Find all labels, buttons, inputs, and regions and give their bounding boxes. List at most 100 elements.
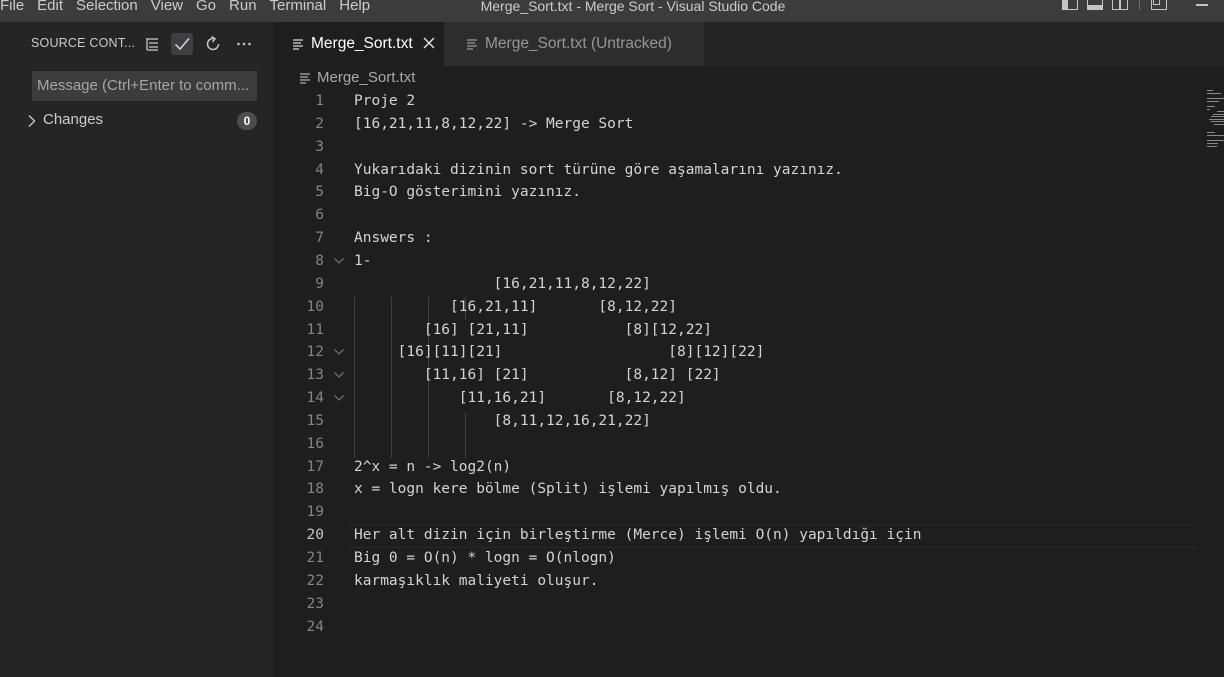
code-line[interactable]: 12 [16][11][21] [8][12][22] xyxy=(273,341,1213,364)
code-line[interactable]: 24 xyxy=(273,616,1213,639)
code-line[interactable]: 23 xyxy=(273,593,1213,616)
line-number: 21 xyxy=(306,550,324,566)
minimize-icon[interactable] xyxy=(1196,4,1208,6)
commit-button[interactable] xyxy=(171,33,193,55)
code-line[interactable]: 7 Answers : xyxy=(273,227,1213,250)
code-line[interactable]: 9 [16,21,11,8,12,22] xyxy=(273,273,1213,296)
line-text: 1- xyxy=(354,252,372,269)
code-line[interactable]: 8 1- xyxy=(273,250,1213,273)
code-line[interactable]: 16 xyxy=(273,433,1213,456)
layout-controls xyxy=(1062,0,1167,10)
line-text: 2^x = n -> log2(n) xyxy=(354,458,512,475)
breadcrumb[interactable]: Merge_Sort.txt xyxy=(299,69,415,86)
changes-label: Changes xyxy=(43,111,104,128)
line-text: Proje 2 xyxy=(354,93,416,109)
line-text: karmaşıklık maliyeti oluşur. xyxy=(354,572,599,589)
line-text: [16,21,11] [8,12,22] xyxy=(354,298,678,315)
minimap-line xyxy=(1211,121,1224,122)
line-number: 12 xyxy=(306,344,324,361)
tab-label: Merge_Sort.txt (Untracked) xyxy=(485,35,672,52)
refresh-button[interactable] xyxy=(202,33,224,55)
line-text: [16][11][21] [8][12][22] xyxy=(354,344,765,361)
minimap-line xyxy=(1207,143,1218,144)
code-line[interactable]: 2 [16,21,11,8,12,22] -> Merge Sort xyxy=(273,113,1213,136)
line-number: 16 xyxy=(306,435,324,452)
line-text: [11,16,21] [8,12,22] xyxy=(354,390,686,407)
line-number: 15 xyxy=(306,412,324,429)
text-file-icon xyxy=(293,39,303,50)
code-line[interactable]: 13 [11,16] [21] [8,12] [22] xyxy=(273,364,1213,387)
line-text: [16,21,11,8,12,22] -> Merge Sort xyxy=(354,115,634,132)
code-line[interactable]: 22 karmaşıklık maliyeti oluşur. xyxy=(273,570,1213,593)
line-text: [8,11,12,16,21,22] xyxy=(354,412,651,429)
line-number: 22 xyxy=(306,572,324,589)
commit-message-input[interactable]: Message (Ctrl+Enter to comm... xyxy=(32,71,257,101)
more-actions-button[interactable] xyxy=(233,33,255,55)
customize-layout-icon[interactable] xyxy=(1151,0,1167,10)
line-number: 13 xyxy=(306,367,324,384)
line-number: 2 xyxy=(315,115,324,132)
code-line[interactable]: 11 [16] [21,11] [8][12,22] xyxy=(273,319,1213,342)
refresh-icon xyxy=(206,35,220,51)
line-number: 6 xyxy=(315,207,324,224)
ellipsis-icon xyxy=(237,42,251,46)
minimap-line xyxy=(1207,109,1210,110)
list-tree-icon xyxy=(146,38,158,51)
close-icon[interactable] xyxy=(422,36,436,50)
fold-chevron-down-icon[interactable] xyxy=(333,371,345,379)
line-number: 7 xyxy=(315,230,324,247)
fold-chevron-down-icon[interactable] xyxy=(333,257,345,265)
minimap-line xyxy=(1207,101,1219,102)
tab-label: Merge_Sort.txt xyxy=(311,35,413,52)
view-as-tree-button[interactable] xyxy=(141,33,163,55)
sidebar-header: SOURCE CONT... xyxy=(0,22,273,66)
fold-chevron-down-icon[interactable] xyxy=(333,348,345,356)
toggle-sidebar-icon[interactable] xyxy=(1062,0,1078,10)
code-line[interactable]: 3 xyxy=(273,136,1213,159)
code-line[interactable]: 17 2^x = n -> log2(n) xyxy=(273,456,1213,479)
code-line[interactable]: 4 Yukarıdaki dizinin sort türüne göre aşa… xyxy=(273,159,1213,182)
line-text: [16,21,11,8,12,22] xyxy=(354,275,651,292)
minimap-line xyxy=(1207,98,1224,99)
code-line[interactable]: 15 [8,11,12,16,21,22] xyxy=(273,410,1213,433)
changes-group[interactable]: Changes 0 xyxy=(0,110,273,132)
line-number: 1 xyxy=(315,93,324,109)
code-line[interactable]: 6 xyxy=(273,204,1213,227)
line-number: 4 xyxy=(315,161,324,178)
minimap-line xyxy=(1213,114,1224,115)
check-icon xyxy=(174,38,190,51)
toggle-secondary-sidebar-icon[interactable] xyxy=(1112,0,1128,10)
code-line[interactable]: 18 x = logn kere bölme (Split) işlemi yap… xyxy=(273,478,1213,501)
code-line[interactable]: 14 [11,16,21] [8,12,22] xyxy=(273,387,1213,410)
line-text: [16] [21,11] [8][12,22] xyxy=(354,321,712,338)
code-line[interactable]: 10 [16,21,11] [8,12,22] xyxy=(273,296,1213,319)
minimap-line xyxy=(1207,90,1213,91)
text-file-icon xyxy=(467,39,477,50)
code-line[interactable]: 1 Proje 2 xyxy=(273,90,1213,113)
line-number: 24 xyxy=(306,618,324,635)
fold-chevron-down-icon[interactable] xyxy=(333,394,345,402)
line-number: 5 xyxy=(315,184,324,201)
code-line[interactable]: 21 Big 0 = O(n) * logn = O(nlogn) xyxy=(273,547,1213,570)
minimap-line xyxy=(1211,116,1224,117)
line-number: 23 xyxy=(306,595,324,612)
toggle-panel-icon[interactable] xyxy=(1087,0,1103,10)
line-number: 10 xyxy=(306,298,324,315)
tab-merge-sort-untracked[interactable]: Merge_Sort.txt (Untracked) xyxy=(444,22,704,66)
minimap-line xyxy=(1207,135,1224,136)
code-line[interactable]: 5 Big-O gösterimini yazınız. xyxy=(273,181,1213,204)
minimap-line xyxy=(1207,140,1224,141)
code-line[interactable]: 19 xyxy=(273,501,1213,524)
minimap-line xyxy=(1207,132,1215,133)
title-bar: File Edit Selection View Go Run Terminal… xyxy=(0,0,1224,22)
code-line[interactable]: 20 Her alt dizin için birleştirme (Merce)… xyxy=(273,524,1213,549)
sidebar-title: SOURCE CONT... xyxy=(31,36,136,50)
minimap[interactable] xyxy=(1205,88,1224,148)
minimap-line xyxy=(1207,93,1221,94)
breadcrumb-file: Merge_Sort.txt xyxy=(317,69,416,86)
line-text: Big 0 = O(n) * logn = O(nlogn) xyxy=(354,550,616,566)
layout-separator xyxy=(1139,0,1140,10)
line-number: 20 xyxy=(306,527,324,544)
tab-merge-sort[interactable]: Merge_Sort.txt xyxy=(273,22,444,66)
line-text: Big-O gösterimini yazınız. xyxy=(354,184,581,201)
